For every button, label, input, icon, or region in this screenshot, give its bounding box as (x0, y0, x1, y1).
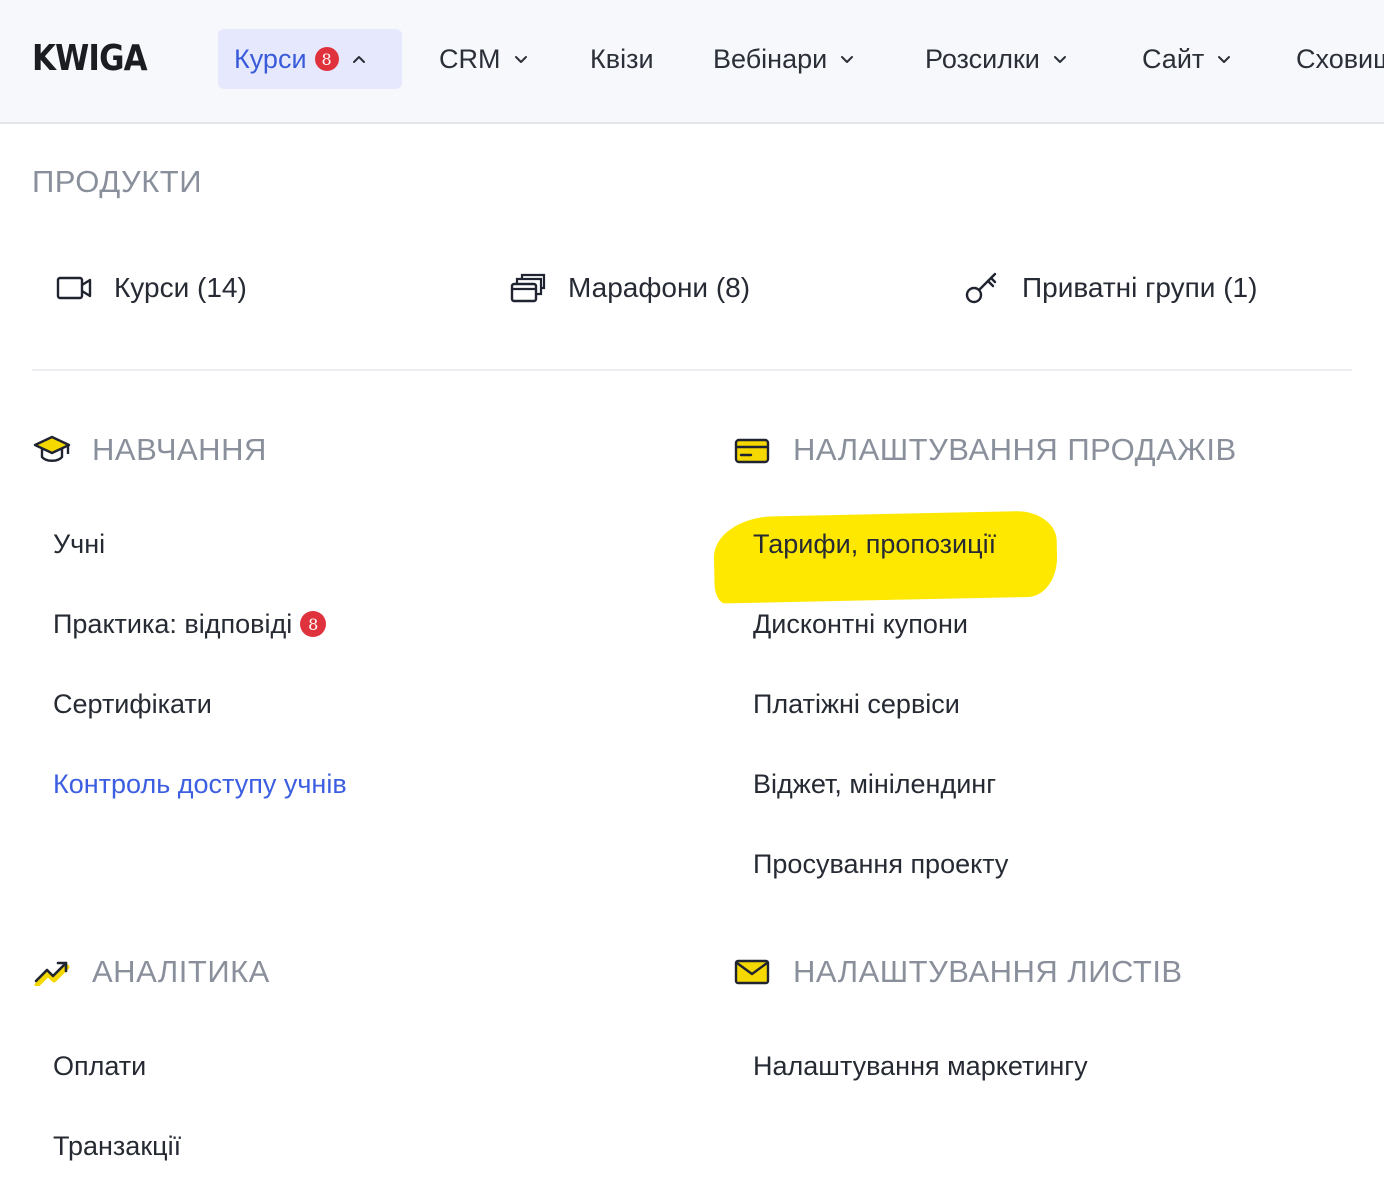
nav-item-label: CRM (439, 43, 501, 74)
section-title-text: АНАЛІТИКА (92, 954, 270, 989)
product-label: Приватні групи (1) (1022, 272, 1258, 303)
nav-item-storage[interactable]: Сховищ (1296, 29, 1384, 89)
learning-section-title: НАВЧАННЯ (32, 432, 267, 468)
link-student-access-control[interactable]: Контроль доступу учнів (53, 764, 347, 804)
link-payment-services[interactable]: Платіжні сервіси (753, 684, 960, 724)
nav-item-crm[interactable]: CRM (439, 29, 529, 89)
nav-item-label: Сховищ (1296, 43, 1384, 74)
link-students[interactable]: Учні (53, 524, 105, 564)
link-widget-minilanding[interactable]: Віджет, мінілендинг (753, 764, 996, 804)
product-label: Марафони (8) (568, 272, 751, 303)
sales-settings-section-title: НАЛАШТУВАННЯ ПРОДАЖІВ (733, 432, 1237, 468)
notification-badge: 8 (314, 47, 339, 71)
nav-item-label: Квізи (590, 43, 654, 74)
link-payments[interactable]: Оплати (53, 1046, 146, 1086)
product-courses[interactable]: Курси (14) (56, 262, 247, 314)
nav-item-label: Розсилки (925, 43, 1040, 74)
chevron-down-icon (1218, 56, 1231, 63)
nav-item-label: Сайт (1142, 43, 1205, 74)
nav-item-courses[interactable]: Курси 8 (218, 29, 402, 89)
section-title-text: НАЛАШТУВАННЯ ЛИСТІВ (793, 954, 1183, 989)
stacked-windows-icon (510, 272, 548, 304)
link-certificates[interactable]: Сертифікати (53, 684, 212, 724)
chevron-up-icon (352, 56, 365, 63)
nav-item-webinars[interactable]: Вебінари (713, 29, 855, 89)
top-navigation-bar: KWIGA Курси 8 CRM Квізи Вебінари Розсилк… (0, 0, 1384, 124)
notification-badge: 8 (300, 611, 327, 637)
graduation-cap-icon (32, 434, 72, 466)
section-title-text: НАЛАШТУВАННЯ ПРОДАЖІВ (793, 432, 1237, 467)
key-icon (964, 272, 1002, 304)
link-practice-answers[interactable]: Практика: відповіді 8 (53, 604, 327, 644)
products-section-title: ПРОДУКТИ (32, 164, 203, 199)
product-marathons[interactable]: Марафони (8) (510, 262, 750, 314)
credit-card-icon (733, 434, 773, 466)
trending-up-icon (32, 956, 72, 988)
analytics-section-title: АНАЛІТИКА (32, 954, 270, 990)
link-label: Практика: відповіді (53, 608, 293, 639)
link-marketing-settings[interactable]: Налаштування маркетингу (753, 1046, 1088, 1086)
product-label: Курси (14) (114, 272, 247, 303)
product-private-groups[interactable]: Приватні групи (1) (964, 262, 1257, 314)
chevron-down-icon (1053, 56, 1066, 63)
link-tariffs-offers[interactable]: Тарифи, пропозиції (753, 524, 996, 564)
nav-item-quizzes[interactable]: Квізи (590, 29, 654, 89)
envelope-icon (733, 956, 773, 988)
main-nav: Курси 8 CRM Квізи Вебінари Розсилки Сайт… (0, 0, 1384, 122)
email-settings-section-title: НАЛАШТУВАННЯ ЛИСТІВ (733, 954, 1183, 990)
section-title-text: НАВЧАННЯ (92, 432, 267, 467)
nav-item-site[interactable]: Сайт (1142, 29, 1232, 89)
nav-item-mailings[interactable]: Розсилки (925, 29, 1068, 89)
link-discount-coupons[interactable]: Дисконтні купони (753, 604, 968, 644)
link-project-promotion[interactable]: Просування проекту (753, 844, 1008, 884)
chevron-down-icon (841, 56, 854, 63)
nav-item-label: Курси (234, 43, 307, 74)
chevron-down-icon (514, 56, 527, 63)
link-transactions[interactable]: Транзакції (53, 1126, 181, 1166)
nav-item-label: Вебінари (713, 43, 828, 74)
section-divider (32, 369, 1352, 371)
video-camera-icon (56, 272, 94, 304)
